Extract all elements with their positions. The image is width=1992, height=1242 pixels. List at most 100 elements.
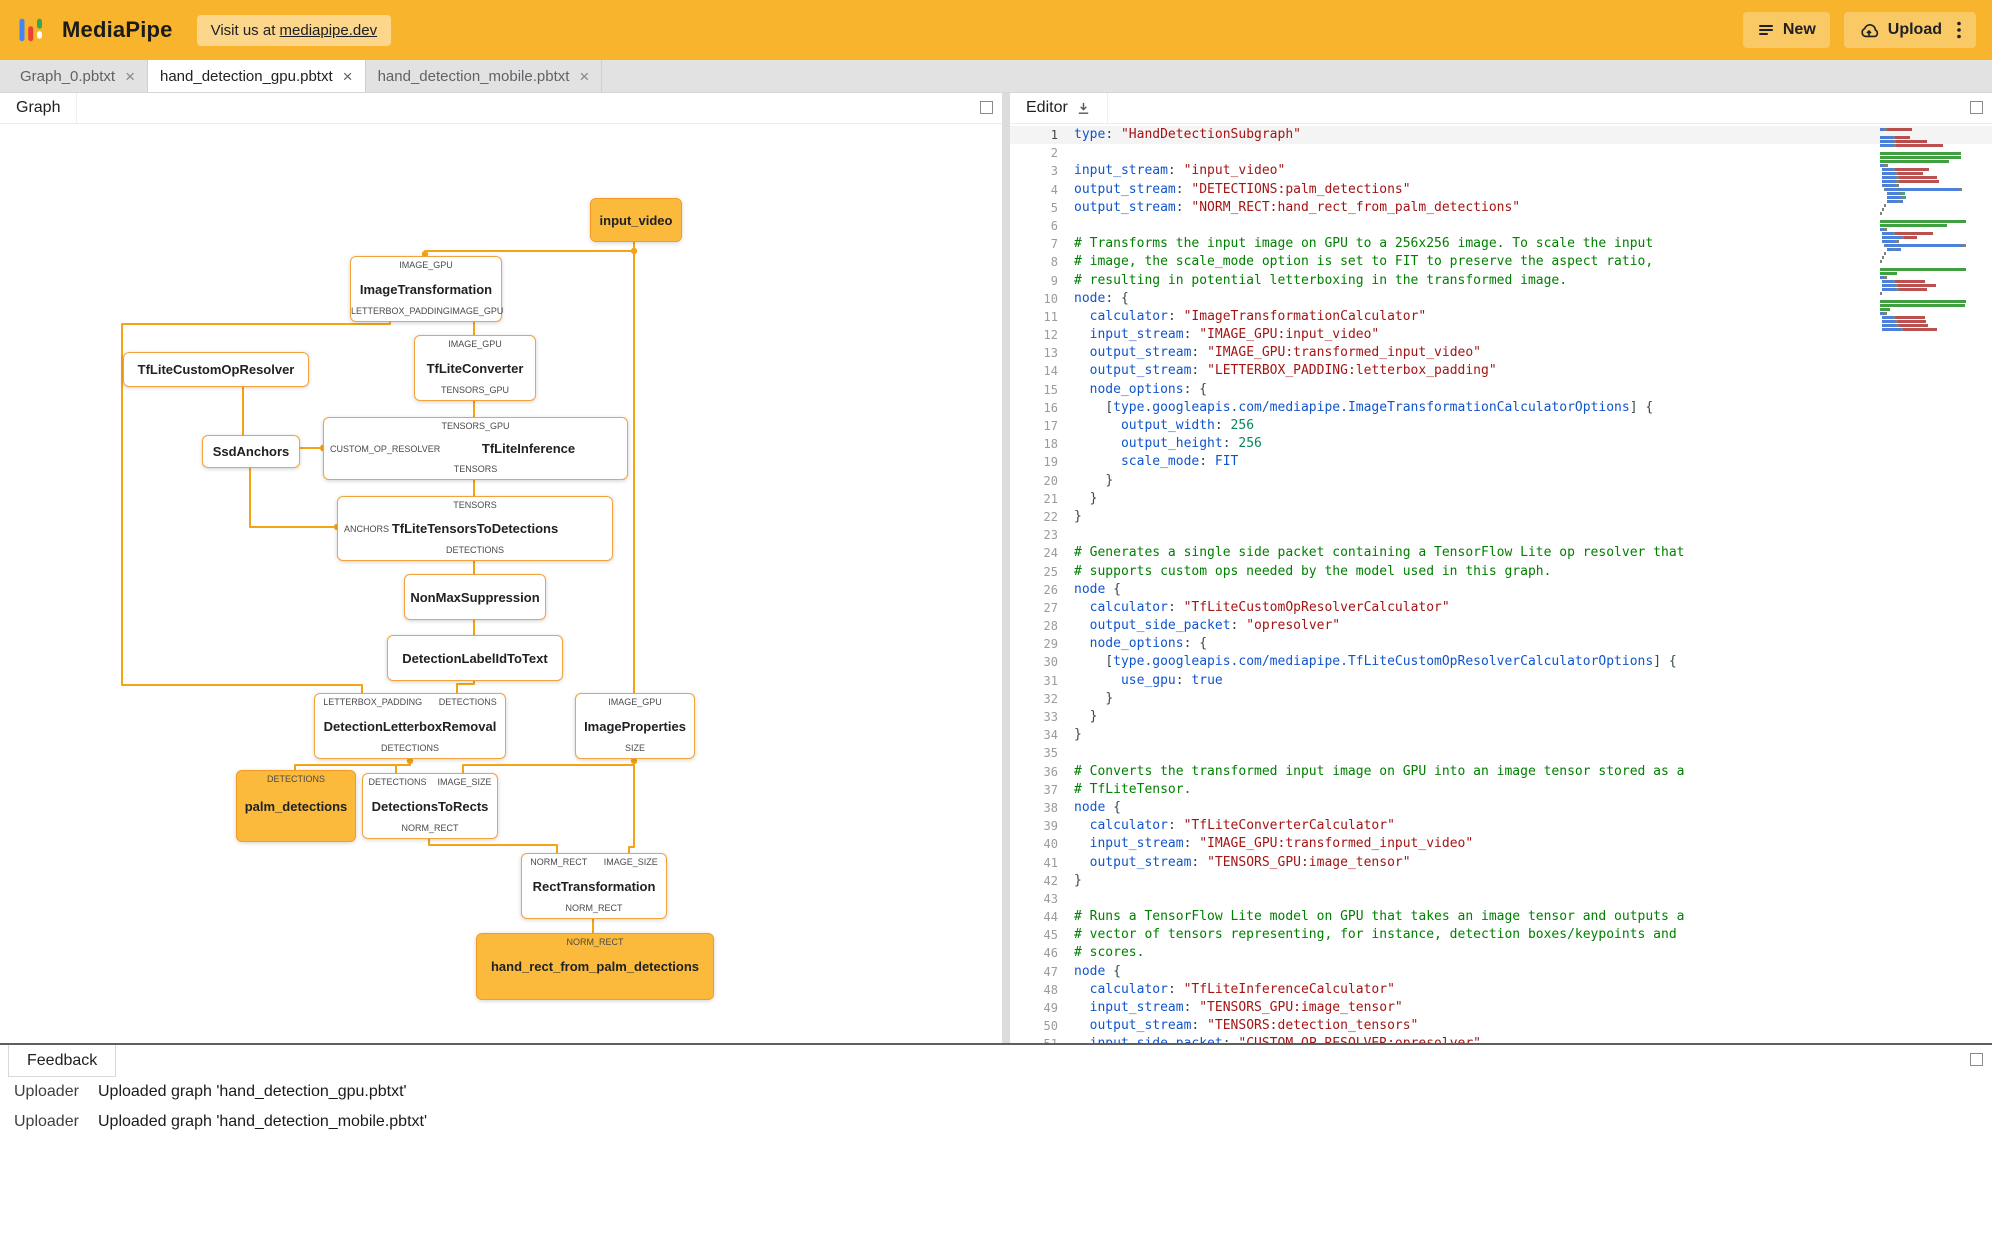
node-output-ports: TENSORS bbox=[324, 464, 627, 479]
code-line[interactable]: 50 output_stream: "TENSORS:detection_ten… bbox=[1010, 1017, 1992, 1035]
code-line[interactable]: 25 # supports custom ops needed by the mo… bbox=[1010, 563, 1992, 581]
code-line[interactable]: 21 } bbox=[1010, 490, 1992, 508]
code-line[interactable]: 49 input_stream: "TENSORS_GPU:image_tens… bbox=[1010, 999, 1992, 1017]
code-line[interactable]: 45 # vector of tensors representing, for … bbox=[1010, 926, 1992, 944]
feedback-expand-panel-icon[interactable] bbox=[1970, 1053, 1983, 1066]
download-icon[interactable] bbox=[1076, 101, 1091, 116]
graph-node-detection_label_id_to_text[interactable]: DetectionLabelIdToText bbox=[387, 635, 563, 681]
graph-node-detections_to_rects[interactable]: DETECTIONS IMAGE_SIZE DetectionsToRects NOR… bbox=[362, 773, 498, 839]
code-line[interactable]: 9 # resulting in potential letterboxing i… bbox=[1010, 272, 1992, 290]
graph-node-non_max_suppression[interactable]: NonMaxSuppression bbox=[404, 574, 546, 620]
graph-node-input_video[interactable]: input_video bbox=[590, 198, 682, 242]
code-line[interactable]: 33 } bbox=[1010, 708, 1992, 726]
code-line[interactable]: 41 output_stream: "TENSORS_GPU:image_ten… bbox=[1010, 854, 1992, 872]
code-line[interactable]: 36 # Converts the transformed input image… bbox=[1010, 763, 1992, 781]
code-line[interactable]: 40 input_stream: "IMAGE_GPU:transformed_… bbox=[1010, 835, 1992, 853]
code-line[interactable]: 35 bbox=[1010, 744, 1992, 762]
main-split: input_video IMAGE_GPU ImageTransformation L… bbox=[0, 93, 1992, 1043]
code-line[interactable]: 15 node_options: { bbox=[1010, 381, 1992, 399]
code-line[interactable]: 32 } bbox=[1010, 690, 1992, 708]
code-editor[interactable]: 1 type: "HandDetectionSubgraph" 2 3 input_st… bbox=[1010, 124, 1992, 1043]
code-line[interactable]: 23 bbox=[1010, 526, 1992, 544]
port-label: SIZE bbox=[624, 743, 645, 753]
mediapipe-dev-link[interactable]: mediapipe.dev bbox=[280, 22, 378, 39]
tab-close-icon[interactable]: × bbox=[579, 68, 589, 85]
upload-button[interactable]: Upload bbox=[1843, 12, 1976, 48]
code-line[interactable]: 47 node { bbox=[1010, 963, 1992, 981]
code-line[interactable]: 44 # Runs a TensorFlow Lite model on GPU … bbox=[1010, 908, 1992, 926]
graph-node-palm_detections[interactable]: DETECTIONS palm_detections bbox=[236, 770, 356, 842]
code-line[interactable]: 24 # Generates a single side packet conta… bbox=[1010, 544, 1992, 562]
graph-tab-label: Graph bbox=[16, 99, 61, 116]
graph-node-detection_letterbox_removal[interactable]: LETTERBOX_PADDING DETECTIONS DetectionLett… bbox=[314, 693, 506, 759]
node-input-ports: IMAGE_GPU bbox=[415, 336, 535, 351]
code-line[interactable]: 18 output_height: 256 bbox=[1010, 435, 1992, 453]
code-line[interactable]: 37 # TfLiteTensor. bbox=[1010, 781, 1992, 799]
code-line[interactable]: 1 type: "HandDetectionSubgraph" bbox=[1010, 126, 1992, 145]
code-line[interactable]: 38 node { bbox=[1010, 799, 1992, 817]
line-number: 17 bbox=[1043, 419, 1058, 433]
code-line[interactable]: 29 node_options: { bbox=[1010, 635, 1992, 653]
code-line[interactable]: 2 bbox=[1010, 144, 1992, 162]
code-line[interactable]: 22} bbox=[1010, 508, 1992, 526]
file-tab-hand-detection-mobile-pbtxt[interactable]: hand_detection_mobile.pbtxt × bbox=[366, 60, 603, 92]
node-output-ports bbox=[237, 826, 355, 841]
panel-resize-divider[interactable] bbox=[1002, 93, 1010, 1043]
line-number: 15 bbox=[1043, 382, 1058, 397]
graph-node-tflite_converter[interactable]: IMAGE_GPU TfLiteConverter TENSORS_GPU bbox=[414, 335, 536, 401]
code-line[interactable]: 4 output_stream: "DETECTIONS:palm_detecti… bbox=[1010, 181, 1992, 199]
file-tab-graph-0-pbtxt[interactable]: Graph_0.pbtxt × bbox=[8, 60, 148, 92]
code-line[interactable]: 51 input_side_packet: "CUSTOM_OP_RESOLVE… bbox=[1010, 1035, 1992, 1043]
code-line[interactable]: 26 node { bbox=[1010, 581, 1992, 599]
code-line[interactable]: 13 output_stream: "IMAGE_GPU:transformed… bbox=[1010, 344, 1992, 362]
graph-tab[interactable]: Graph bbox=[0, 93, 78, 123]
upload-menu-kebab-icon[interactable] bbox=[1956, 20, 1962, 40]
minimap[interactable] bbox=[1880, 128, 1978, 332]
graph-canvas[interactable]: input_video IMAGE_GPU ImageTransformation L… bbox=[0, 93, 1002, 1043]
node-input-ports: IMAGE_GPU bbox=[351, 257, 501, 272]
code-line[interactable]: 8 # image, the scale_mode option is set t… bbox=[1010, 253, 1992, 271]
code-line[interactable]: 19 scale_mode: FIT bbox=[1010, 453, 1992, 471]
code-line[interactable]: 12 input_stream: "IMAGE_GPU:input_video" bbox=[1010, 326, 1992, 344]
code-line[interactable]: 3 input_stream: "input_video" bbox=[1010, 162, 1992, 180]
minimap-line bbox=[1880, 268, 1978, 271]
graph-node-tflite_tensors_to_detections[interactable]: TENSORS TfLiteTensorsToDetections DETECTIO… bbox=[337, 496, 613, 561]
code-line[interactable]: 42} bbox=[1010, 872, 1992, 890]
code-line[interactable]: 17 output_width: 256 bbox=[1010, 417, 1992, 435]
code-line[interactable]: 48 calculator: "TfLiteInferenceCalculato… bbox=[1010, 981, 1992, 999]
graph-node-tflite_custom_op_resolver[interactable]: TfLiteCustomOpResolver bbox=[123, 352, 309, 387]
graph-node-tflite_inference[interactable]: TENSORS_GPU TfLiteInference TENSORS CUSTOM_… bbox=[323, 417, 628, 480]
code-line[interactable]: 7 # Transforms the input image on GPU to … bbox=[1010, 235, 1992, 253]
editor-tab[interactable]: Editor bbox=[1010, 93, 1108, 123]
code-line[interactable]: 14 output_stream: "LETTERBOX_PADDING:let… bbox=[1010, 362, 1992, 380]
tab-close-icon[interactable]: × bbox=[343, 68, 353, 85]
feedback-panel-header: Feedback bbox=[0, 1045, 1992, 1077]
graph-node-image_transformation[interactable]: IMAGE_GPU ImageTransformation LETTERBOX_PA… bbox=[350, 256, 503, 322]
code-line[interactable]: 46 # scores. bbox=[1010, 944, 1992, 962]
code-line[interactable]: 10 node: { bbox=[1010, 290, 1992, 308]
tab-close-icon[interactable]: × bbox=[125, 68, 135, 85]
graph-expand-panel-icon[interactable] bbox=[980, 101, 993, 114]
editor-expand-panel-icon[interactable] bbox=[1970, 101, 1983, 114]
node-side-port-label: CUSTOM_OP_RESOLVER bbox=[330, 443, 441, 454]
code-line[interactable]: 43 bbox=[1010, 890, 1992, 908]
code-line[interactable]: 34} bbox=[1010, 726, 1992, 744]
code-line[interactable]: 28 output_side_packet: "opresolver" bbox=[1010, 617, 1992, 635]
code-line[interactable]: 31 use_gpu: true bbox=[1010, 672, 1992, 690]
graph-node-rect_transformation[interactable]: NORM_RECT IMAGE_SIZE RectTransformation NOR… bbox=[521, 853, 667, 919]
code-text: } bbox=[1089, 490, 1098, 506]
code-line[interactable]: 16 [type.googleapis.com/mediapipe.ImageT… bbox=[1010, 399, 1992, 417]
code-line[interactable]: 27 calculator: "TfLiteCustomOpResolverCa… bbox=[1010, 599, 1992, 617]
graph-node-ssd_anchors[interactable]: SsdAnchors bbox=[202, 435, 300, 468]
code-line[interactable]: 30 [type.googleapis.com/mediapipe.TfLite… bbox=[1010, 653, 1992, 671]
file-tab-hand-detection-gpu-pbtxt[interactable]: hand_detection_gpu.pbtxt × bbox=[148, 60, 366, 92]
code-line[interactable]: 39 calculator: "TfLiteConverterCalculato… bbox=[1010, 817, 1992, 835]
feedback-tab[interactable]: Feedback bbox=[8, 1045, 117, 1077]
code-line[interactable]: 5 output_stream: "NORM_RECT:hand_rect_fro… bbox=[1010, 199, 1992, 217]
code-line[interactable]: 11 calculator: "ImageTransformationCalcu… bbox=[1010, 308, 1992, 326]
code-line[interactable]: 6 bbox=[1010, 217, 1992, 235]
new-button[interactable]: New bbox=[1742, 12, 1830, 48]
code-line[interactable]: 20 } bbox=[1010, 472, 1992, 490]
graph-node-hand_rect_from_palm_detections[interactable]: NORM_RECT hand_rect_from_palm_detections bbox=[476, 933, 714, 1000]
graph-node-image_properties[interactable]: IMAGE_GPU ImageProperties SIZE bbox=[575, 693, 695, 759]
